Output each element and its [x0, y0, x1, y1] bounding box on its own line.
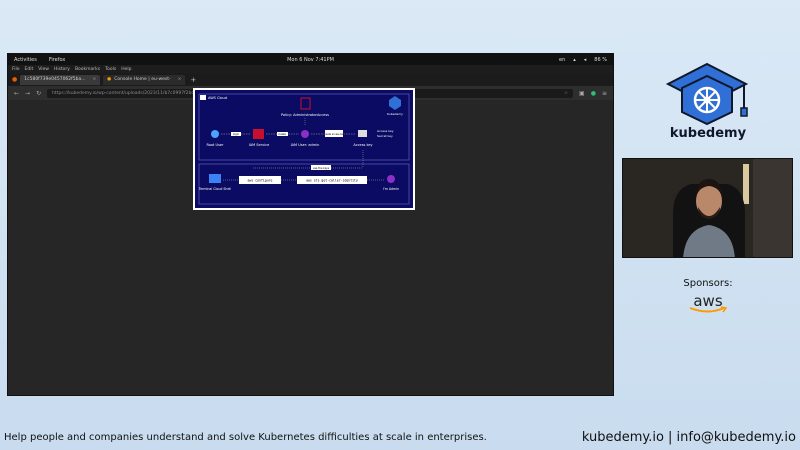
aws-sponsor-logo: aws: [670, 292, 746, 314]
presenter-image: [623, 159, 792, 257]
admin-user-icon: [387, 175, 395, 183]
footer-contact: kubedemy.io | info@kubedemy.io: [581, 430, 796, 445]
access-key-icon: [358, 130, 367, 137]
aws-wordmark: aws: [693, 292, 723, 310]
browser-menubar: File Edit View History Bookmarks Tools H…: [8, 65, 613, 73]
menu-bookmarks[interactable]: Bookmarks: [75, 67, 100, 72]
root-user-icon: [211, 130, 219, 138]
reload-icon[interactable]: ↻: [36, 90, 41, 97]
policy-label: Policy: AdministratorAccess: [281, 113, 329, 117]
edge-login: login: [233, 132, 240, 136]
use-keys-label: use the keys: [313, 166, 330, 170]
iam-service-icon: [253, 129, 264, 139]
os-topbar: Activities Firefox Mon 6 Nov 7:41PM en ▴…: [8, 54, 613, 65]
svg-text:aws configure: aws configure: [248, 179, 273, 183]
menu-view[interactable]: View: [38, 67, 49, 72]
close-icon[interactable]: ×: [178, 77, 182, 82]
tab-label: Console Home | eu-west-: [114, 77, 171, 82]
network-icon: ▴: [573, 56, 576, 63]
menu-help[interactable]: Help: [121, 67, 131, 72]
new-tab-button[interactable]: +: [190, 76, 196, 84]
forward-icon[interactable]: →: [25, 90, 30, 97]
terminal-icon: [209, 174, 221, 183]
menu-file[interactable]: File: [12, 67, 20, 72]
browser-tabbar: ● 1c580f739e0457062f5ba... × ● Console H…: [8, 73, 613, 86]
cloud-label: AWS Cloud: [208, 96, 227, 100]
battery-level[interactable]: 86 %: [594, 57, 607, 63]
diagram-svg: AWS Cloud Kubedemy Policy: Administrator…: [195, 90, 413, 208]
edge-create-access-key: create access key: [324, 133, 345, 136]
menu-history[interactable]: History: [54, 67, 70, 72]
key-item-secret: Secret key: [377, 134, 393, 138]
webcam-feed: [622, 158, 793, 258]
node-access-key: Access key: [353, 143, 372, 147]
tab-console-home[interactable]: ● Console Home | eu-west- ×: [103, 74, 186, 85]
clock[interactable]: Mon 6 Nov 7:41PM: [287, 57, 334, 63]
bookmark-star-icon[interactable]: ☆: [564, 91, 568, 96]
key-item-access: Access key: [377, 129, 394, 133]
volume-icon: ◂: [583, 56, 587, 63]
brand-small-label: Kubedemy: [387, 112, 403, 116]
iam-user-icon: [301, 130, 309, 138]
edge-create: create: [278, 132, 286, 136]
menu-hamburger-icon[interactable]: ≡: [602, 90, 607, 97]
node-im-admin: I'm Admin: [383, 187, 399, 191]
node-iam-service: IAM Service: [249, 143, 270, 147]
node-terminal: Terminal Cloud Shell: [198, 187, 231, 191]
menu-tools[interactable]: Tools: [105, 67, 116, 72]
aws-cloud-icon: [200, 95, 206, 100]
footer-tagline: Help people and companies understand and…: [4, 432, 487, 443]
firefox-view-icon[interactable]: ●: [12, 76, 17, 83]
close-icon[interactable]: ×: [93, 77, 97, 82]
svg-text:aws sts get-caller-identity: aws sts get-caller-identity: [306, 179, 358, 183]
sponsors-label: Sponsors:: [683, 278, 733, 289]
aws-favicon-icon: ●: [107, 77, 112, 82]
pocket-icon[interactable]: ▣: [579, 90, 585, 97]
tab-label: 1c580f739e0457062f5ba...: [24, 77, 86, 82]
node-root-user: Root User: [206, 143, 224, 147]
aws-iam-diagram: AWS Cloud Kubedemy Policy: Administrator…: [193, 88, 415, 210]
brand-name: kubedemy: [669, 126, 747, 141]
node-iam-user: IAM User: admin: [291, 143, 320, 147]
menu-edit[interactable]: Edit: [25, 67, 34, 72]
back-icon[interactable]: ←: [14, 90, 19, 97]
extension-icon[interactable]: ●: [591, 90, 596, 97]
tab-image[interactable]: 1c580f739e0457062f5ba... ×: [20, 74, 101, 85]
input-language[interactable]: en: [559, 57, 565, 63]
